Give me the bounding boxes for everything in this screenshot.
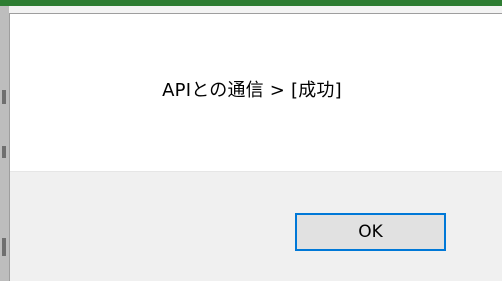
background-window-left-edge xyxy=(0,6,9,281)
background-edge-mark xyxy=(2,90,6,104)
ok-button-focus-ring xyxy=(299,217,442,247)
dialog-footer: OK xyxy=(10,171,502,281)
background-edge-mark xyxy=(2,238,6,256)
message-dialog: APIとの通信 > [成功] OK xyxy=(9,13,502,281)
dialog-body: APIとの通信 > [成功] xyxy=(10,14,502,171)
dialog-message: APIとの通信 > [成功] xyxy=(162,79,342,101)
background-window-top-strip xyxy=(0,0,502,6)
background-edge-mark xyxy=(2,146,6,158)
ok-button[interactable]: OK xyxy=(295,213,446,251)
